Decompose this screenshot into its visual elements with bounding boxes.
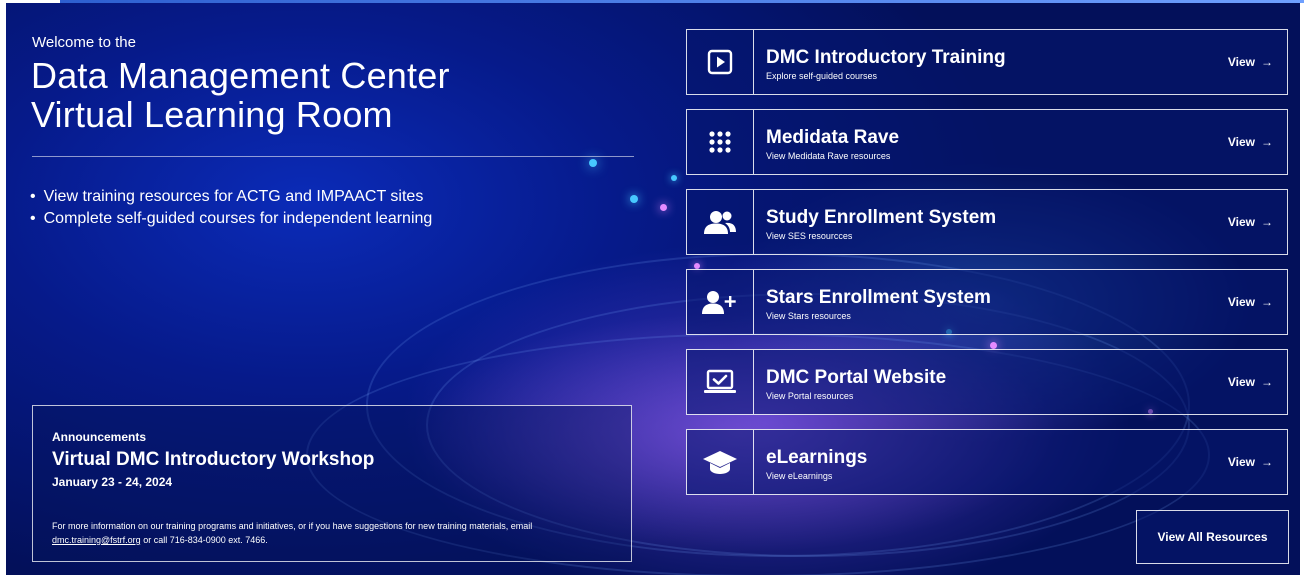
arrow-right-icon: →: [1261, 455, 1273, 469]
resource-card-stars-enrollment-system[interactable]: Stars Enrollment System View Stars resou…: [686, 269, 1288, 335]
resource-subtitle: View Portal resources: [766, 391, 854, 401]
resource-subtitle: Explore self-guided courses: [766, 71, 878, 81]
announcements-panel: Announcements Virtual DMC Introductory W…: [32, 405, 632, 562]
contact-email-link[interactable]: dmc.training@fstrf.org: [52, 535, 141, 545]
announcement-title: Virtual DMC Introductory Workshop: [52, 449, 375, 470]
arrow-right-icon: →: [1261, 135, 1273, 149]
laptop-check-icon: [704, 369, 736, 393]
arrow-right-icon: →: [1261, 375, 1273, 389]
view-link[interactable]: View →: [1228, 135, 1273, 149]
view-link[interactable]: View →: [1228, 55, 1273, 69]
feature-list: View training resources for ACTG and IMP…: [30, 186, 433, 230]
divider: [32, 156, 634, 157]
page-title-line2: Virtual Learning Room: [31, 94, 393, 135]
resource-card-elearnings[interactable]: eLearnings View eLearnings View →: [686, 429, 1288, 495]
contact-phone-text: or call 716-834-0900 ext. 7466.: [143, 535, 268, 545]
feature-item: View training resources for ACTG and IMP…: [30, 186, 432, 208]
view-all-resources-button[interactable]: View All Resources: [1136, 510, 1289, 564]
resource-title: Stars Enrollment System: [766, 287, 991, 308]
resource-subtitle: View Stars resources: [766, 311, 851, 321]
resource-subtitle: View eLearnings: [766, 471, 833, 481]
resource-title: eLearnings: [766, 447, 868, 468]
resource-card-dmc-introductory-training[interactable]: DMC Introductory Training Explore self-g…: [686, 29, 1288, 95]
users-icon: [704, 211, 736, 234]
play-icon: [707, 49, 733, 75]
resource-title: DMC Introductory Training: [766, 47, 1006, 68]
sparkle-dot: [589, 159, 597, 167]
arrow-right-icon: →: [1261, 215, 1273, 229]
arrow-right-icon: →: [1261, 55, 1273, 69]
graduation-cap-icon: [703, 451, 737, 474]
arrow-right-icon: →: [1261, 295, 1273, 309]
feature-item: Complete self-guided courses for indepen…: [30, 208, 433, 230]
contact-info-text: For more information on our training pro…: [52, 521, 533, 531]
sparkle-dot: [671, 175, 677, 181]
resource-title: DMC Portal Website: [766, 367, 947, 388]
user-plus-icon: [702, 291, 736, 314]
view-link[interactable]: View →: [1228, 375, 1273, 389]
grid-dots-icon: [709, 131, 731, 153]
resource-card-study-enrollment-system[interactable]: Study Enrollment System View SES resourc…: [686, 189, 1288, 255]
resource-title: Study Enrollment System: [766, 207, 997, 228]
contact-info: For more information on our training pro…: [52, 519, 617, 547]
view-link[interactable]: View →: [1228, 215, 1273, 229]
view-link[interactable]: View →: [1228, 455, 1273, 469]
page-title-line1: Data Management Center: [31, 55, 450, 96]
announcements-label: Announcements: [52, 430, 147, 444]
welcome-text: Welcome to the: [32, 34, 136, 51]
resource-card-dmc-portal-website[interactable]: DMC Portal Website View Portal resources…: [686, 349, 1288, 415]
resource-title: Medidata Rave: [766, 127, 900, 148]
view-link[interactable]: View →: [1228, 295, 1273, 309]
sparkle-dot: [990, 342, 997, 349]
sparkle-dot: [630, 195, 638, 203]
announcement-date: January 23 - 24, 2024: [52, 475, 173, 489]
resource-subtitle: View SES resourcces: [766, 231, 853, 241]
sparkle-dot: [660, 204, 667, 211]
resource-subtitle: View Medidata Rave resources: [766, 151, 891, 161]
resource-card-medidata-rave[interactable]: Medidata Rave View Medidata Rave resourc…: [686, 109, 1288, 175]
page-title: Data Management Center Virtual Learning …: [31, 56, 450, 134]
